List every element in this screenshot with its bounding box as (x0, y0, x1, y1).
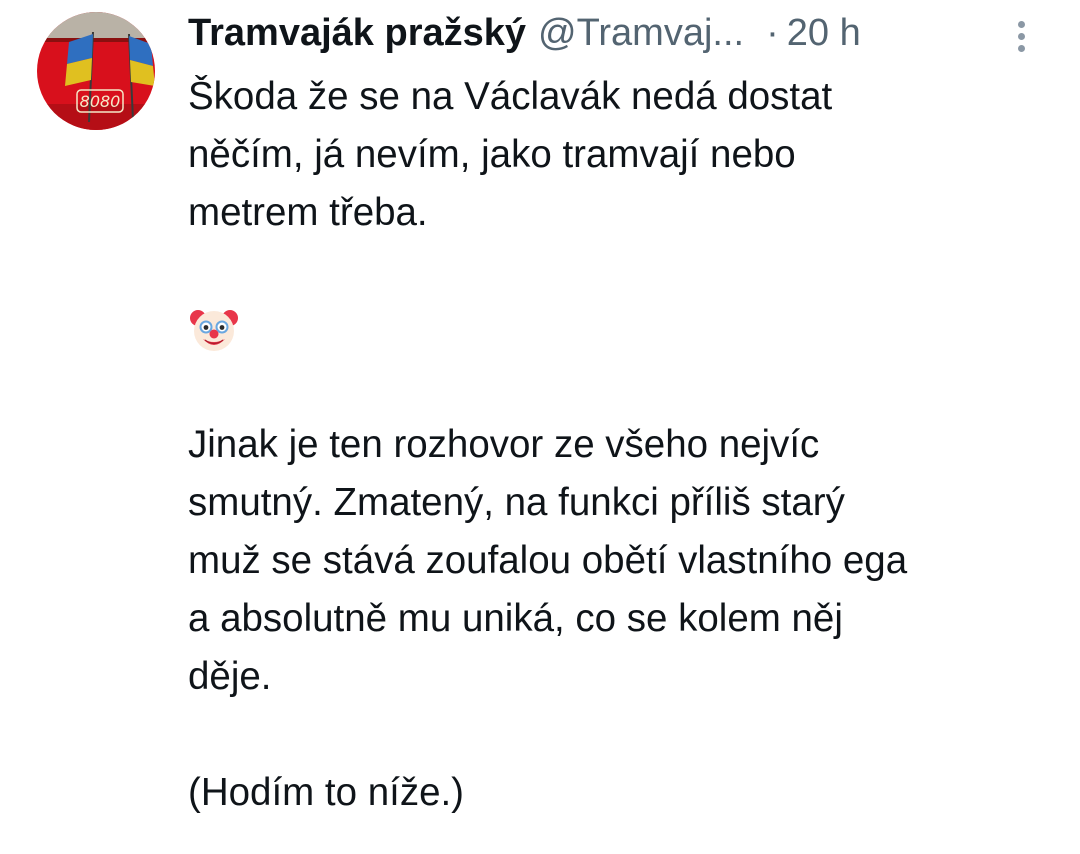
more-vertical-icon (1017, 20, 1025, 28)
more-vertical-icon (1017, 32, 1025, 40)
tweet-text: Škoda že se na Václavák nedá dostat něčí… (188, 68, 1058, 822)
tweet-timestamp[interactable]: 20 h (787, 8, 861, 58)
separator-dot: · (766, 12, 779, 54)
clown-face-icon (190, 310, 238, 351)
tweet-paragraph: (Hodím to níže.) (188, 771, 465, 814)
more-vertical-icon (1017, 44, 1025, 52)
tweet-paragraph: Škoda že se na Václavák nedá dostat něčí… (188, 75, 833, 234)
author-handle[interactable]: @Tramvaj... (538, 8, 744, 58)
author-name[interactable]: Tramvaják pražský (188, 8, 526, 58)
avatar-number: 8080 (80, 92, 121, 111)
more-options-button[interactable] (1004, 14, 1038, 58)
tweet[interactable]: 8080 Tramvaják pražský @Tramvaj... · 20 … (0, 0, 1080, 854)
tweet-paragraph: Jinak je ten rozhovor ze všeho nejvíc sm… (188, 423, 908, 698)
tweet-header: Tramvaják pražský @Tramvaj... · 20 h (188, 8, 861, 58)
avatar-image: 8080 (37, 12, 155, 130)
avatar[interactable]: 8080 (37, 12, 155, 130)
emoji-line (188, 300, 1058, 358)
